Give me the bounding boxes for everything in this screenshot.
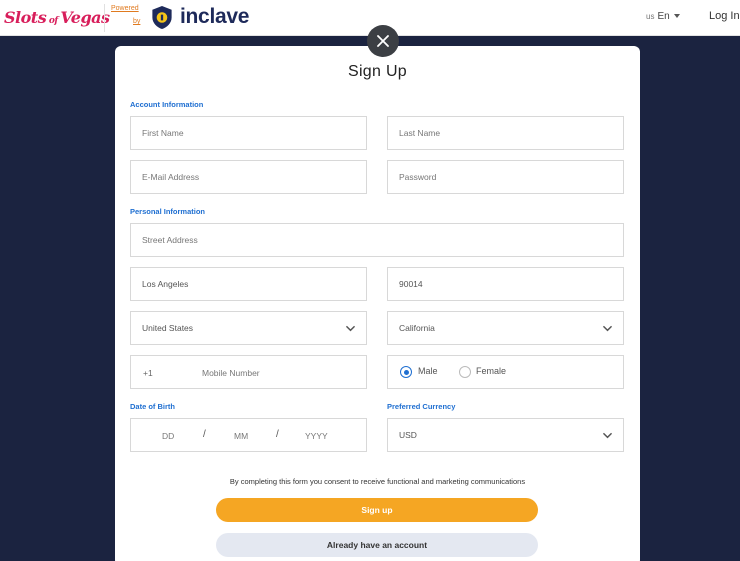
close-button[interactable] — [367, 25, 399, 57]
dob-year-input[interactable]: YYYY — [305, 431, 328, 441]
female-label[interactable]: Female — [476, 366, 506, 376]
account-section-label: Account Information — [130, 100, 204, 109]
brand-logo[interactable]: Slots of Vegas — [4, 8, 110, 27]
close-icon — [377, 35, 389, 47]
dob-section-label: Date of Birth — [130, 402, 175, 411]
city-value: Los Angeles — [142, 279, 189, 289]
zip-input[interactable]: 90014 — [387, 267, 624, 301]
chevron-down-icon — [603, 432, 612, 439]
state-value: California — [399, 323, 435, 333]
phone-country-code[interactable]: +1 — [143, 368, 153, 378]
currency-select[interactable]: USD — [387, 418, 624, 452]
street-address-input[interactable]: Street Address — [130, 223, 624, 257]
city-input[interactable]: Los Angeles — [130, 267, 367, 301]
powered-by-label: Powered by — [104, 4, 144, 32]
lang-region: us — [646, 12, 655, 21]
dob-separator: / — [203, 429, 206, 440]
last-name-input[interactable]: Last Name — [387, 116, 624, 150]
signup-modal: Sign Up Account Information First Name L… — [115, 46, 640, 561]
personal-section-label: Personal Information — [130, 207, 206, 216]
password-input[interactable]: Password — [387, 160, 624, 194]
email-placeholder: E-Mail Address — [142, 172, 200, 182]
password-placeholder: Password — [399, 172, 437, 182]
state-select[interactable]: California — [387, 311, 624, 345]
dob-separator: / — [276, 429, 279, 440]
caret-down-icon — [673, 14, 680, 19]
signup-button[interactable]: Sign up — [216, 498, 538, 522]
first-name-placeholder: First Name — [142, 128, 184, 138]
gender-radio-group: Male Female — [387, 355, 624, 389]
existing-account-button[interactable]: Already have an account — [216, 533, 538, 557]
female-radio[interactable] — [459, 366, 471, 378]
phone-placeholder: Mobile Number — [202, 368, 260, 378]
shield-icon — [152, 5, 172, 30]
last-name-placeholder: Last Name — [399, 128, 441, 138]
login-link[interactable]: Log In — [709, 10, 740, 22]
zip-value: 90014 — [399, 279, 423, 289]
male-radio[interactable] — [400, 366, 412, 378]
phone-input[interactable]: +1 Mobile Number — [130, 355, 367, 389]
chevron-down-icon — [346, 325, 355, 332]
dob-month-input[interactable]: MM — [234, 431, 248, 441]
partner-logo: inclave — [180, 5, 250, 28]
country-value: United States — [142, 323, 194, 333]
male-label[interactable]: Male — [418, 366, 438, 376]
country-select[interactable]: United States — [130, 311, 367, 345]
currency-section-label: Preferred Currency — [387, 402, 456, 411]
consent-text: By completing this form you consent to r… — [229, 477, 526, 486]
email-input[interactable]: E-Mail Address — [130, 160, 367, 194]
street-placeholder: Street Address — [142, 235, 198, 245]
currency-value: USD — [399, 430, 417, 440]
lang-code: En — [657, 11, 670, 22]
modal-title: Sign Up — [347, 63, 408, 80]
dob-input-group: DD / MM / YYYY — [130, 418, 367, 452]
chevron-down-icon — [603, 325, 612, 332]
dob-day-input[interactable]: DD — [162, 431, 174, 441]
first-name-input[interactable]: First Name — [130, 116, 367, 150]
powered-text: Powered — [111, 5, 139, 12]
by-text: by — [133, 18, 141, 25]
language-selector[interactable]: us En — [646, 11, 680, 22]
